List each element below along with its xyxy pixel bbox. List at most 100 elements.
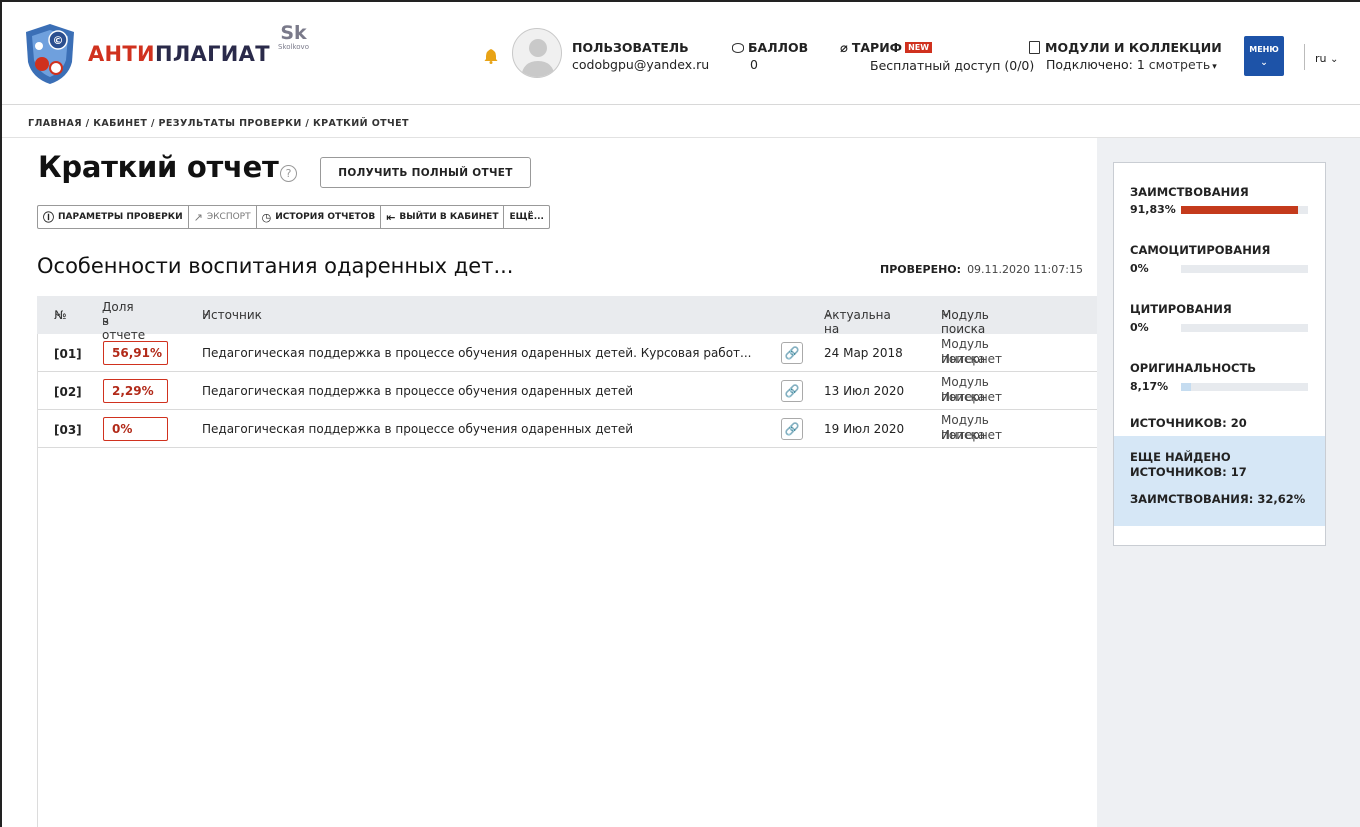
chevron-down-icon: ⌄ xyxy=(824,308,833,319)
row-date: 24 Мар 2018 xyxy=(824,346,903,360)
row-source[interactable]: Педагогическая поддержка в процессе обуч… xyxy=(202,422,633,436)
top-header: © АНТИПЛАГИАТ Sk Skolkovo ПОЛЬЗОВАТЕЛЬ c… xyxy=(2,2,1360,105)
report-toolbar: ⓘ ПАРАМЕТРЫ ПРОВЕРКИ ↗ ЭКСПОРТ ◷ ИСТОРИЯ ОТ… xyxy=(37,205,550,229)
breadcrumb[interactable]: ГЛАВНАЯ / КАБИНЕТ / РЕЗУЛЬТАТЫ ПРОВЕРКИ … xyxy=(28,118,409,129)
export-icon: ↗ xyxy=(193,210,203,224)
full-report-button[interactable]: ПОЛУЧИТЬ ПОЛНЫЙ ОТЧЕТ xyxy=(320,157,531,188)
help-icon[interactable]: ? xyxy=(280,165,297,182)
menu-button[interactable]: МЕНЮ ⌄ xyxy=(1244,36,1284,76)
balls-value: 0 xyxy=(750,57,758,72)
clock-icon: ◷ xyxy=(261,210,272,224)
row-share[interactable]: 2,29% xyxy=(103,379,168,403)
history-button[interactable]: ◷ ИСТОРИЯ ОТЧЕТОВ xyxy=(257,206,382,228)
link-icon[interactable]: 🔗 xyxy=(781,418,803,440)
stat-originality: ОРИГИНАЛЬНОСТЬ 8,17% xyxy=(1130,361,1308,393)
row-num: [01] xyxy=(54,347,82,361)
stat-sources: ИСТОЧНИКОВ: 20 xyxy=(1130,416,1247,430)
user-email: codobgpu@yandex.ru xyxy=(572,57,710,72)
chevron-down-icon: ⌄ xyxy=(102,315,111,326)
link-icon[interactable]: 🔗 xyxy=(781,342,803,364)
balls-block[interactable]: БАЛЛОВ 0 xyxy=(732,40,808,73)
bell-icon[interactable] xyxy=(484,48,498,64)
row-num: [02] xyxy=(54,385,82,399)
new-badge: NEW xyxy=(905,42,933,53)
stat-label: ЗАИМСТВОВАНИЯ xyxy=(1130,185,1249,199)
col-share-label-1: Доля xyxy=(102,300,134,314)
antiplagiat-logo-icon[interactable]: © xyxy=(22,22,78,86)
skolkovo-mark: Sk xyxy=(280,22,307,44)
table-left-border xyxy=(37,334,38,827)
row-source[interactable]: Педагогическая поддержка в процессе обуч… xyxy=(202,384,633,398)
stat-value: 91,83% xyxy=(1130,203,1176,216)
table-row[interactable]: [01] 56,91% Педагогическая поддержка в п… xyxy=(37,334,1097,372)
brand-part-dark: ПЛАГИАТ xyxy=(154,42,270,66)
checked-label: ПРОВЕРЕНО: xyxy=(880,263,962,276)
stat-selfcitations: САМОЦИТИРОВАНИЯ 0% xyxy=(1130,243,1308,275)
stat-label: ЦИТИРОВАНИЯ xyxy=(1130,302,1232,316)
exit-cabinet-label: ВЫЙТИ В КАБИНЕТ xyxy=(399,212,499,222)
row-module-line-2: Интернет xyxy=(941,390,1003,404)
link-icon[interactable]: 🔗 xyxy=(781,380,803,402)
more-button[interactable]: ЕЩЁ... xyxy=(504,206,548,228)
more-label: ЕЩЁ... xyxy=(509,212,544,222)
stat-citations: ЦИТИРОВАНИЯ 0% xyxy=(1130,302,1308,334)
sources-table: № ⌄ Доля в отчете ⌄ Источник ⌄ Актуальна … xyxy=(37,296,1097,448)
more-found-borrowings: ЗАИМСТВОВАНИЯ: 32,62% xyxy=(1130,492,1306,506)
row-share[interactable]: 56,91% xyxy=(103,341,168,365)
exit-cabinet-button[interactable]: ⇤ ВЫЙТИ В КАБИНЕТ xyxy=(381,206,505,228)
skolkovo-sub: Skolkovo xyxy=(278,43,309,51)
tarif-block[interactable]: ⌀ ТАРИФ NEW Бесплатный доступ (0/0) xyxy=(840,40,1034,74)
chevron-down-icon: ⌄ xyxy=(202,308,211,319)
exit-icon: ⇤ xyxy=(386,210,396,224)
row-date: 19 Июл 2020 xyxy=(824,422,905,436)
sources-count: ИСТОЧНИКОВ: 20 xyxy=(1130,416,1247,430)
export-button[interactable]: ↗ ЭКСПОРТ xyxy=(189,206,257,228)
modules-block[interactable]: МОДУЛИ И КОЛЛЕКЦИИ Подключено: 1 смотрет… xyxy=(1029,40,1222,76)
more-found-block[interactable]: ЕЩЕ НАЙДЕНО ИСТОЧНИКОВ: 17 ЗАИМСТВОВАНИЯ… xyxy=(1114,436,1325,526)
stat-bar xyxy=(1181,382,1308,391)
user-silhouette-icon xyxy=(521,39,555,77)
skolkovo-logo: Sk Skolkovo xyxy=(278,22,309,52)
tarif-title: ТАРИФ xyxy=(851,40,903,55)
checked-info: ПРОВЕРЕНО: 09.11.2020 11:07:15 xyxy=(880,263,1083,276)
user-block[interactable]: ПОЛЬЗОВАТЕЛЬ codobgpu@yandex.ru xyxy=(572,40,709,73)
tarif-value: Бесплатный доступ (0/0) xyxy=(870,58,1035,73)
chevron-down-icon: ⌄ xyxy=(941,308,950,319)
header-separator xyxy=(1304,44,1305,70)
stat-label: ОРИГИНАЛЬНОСТЬ xyxy=(1130,361,1257,375)
col-source-label: Источник xyxy=(202,308,262,322)
brand-part-red: АНТИ xyxy=(88,42,155,66)
check-params-button[interactable]: ⓘ ПАРАМЕТРЫ ПРОВЕРКИ xyxy=(38,206,189,228)
tag-icon: ⌀ xyxy=(840,41,848,56)
menu-label: МЕНЮ xyxy=(1249,45,1279,54)
history-label: ИСТОРИЯ ОТЧЕТОВ xyxy=(275,212,376,222)
table-row[interactable]: [03] 0% Педагогическая поддержка в проце… xyxy=(37,410,1097,448)
brand-name[interactable]: АНТИПЛАГИАТ xyxy=(88,42,270,66)
chevron-down-icon: ⌄ xyxy=(1260,58,1268,68)
row-source[interactable]: Педагогическая поддержка в процессе обуч… xyxy=(202,346,752,360)
row-share[interactable]: 0% xyxy=(103,417,168,441)
table-row[interactable]: [02] 2,29% Педагогическая поддержка в пр… xyxy=(37,372,1097,410)
more-found-label: ЕЩЕ НАЙДЕНО xyxy=(1130,450,1231,464)
page-title: Краткий отчет xyxy=(38,150,279,184)
row-num: [03] xyxy=(54,423,82,437)
info-icon: ⓘ xyxy=(43,211,54,224)
row-module-line-2: Интернет xyxy=(941,352,1003,366)
export-label: ЭКСПОРТ xyxy=(206,212,251,222)
language-select[interactable]: ru ⌄ xyxy=(1315,52,1338,65)
modules-title: МОДУЛИ И КОЛЛЕКЦИИ xyxy=(1045,40,1222,55)
table-header: № ⌄ Доля в отчете ⌄ Источник ⌄ Актуальна … xyxy=(37,296,1097,342)
chevron-down-icon: ⌄ xyxy=(1330,54,1339,65)
user-title: ПОЛЬЗОВАТЕЛЬ xyxy=(572,40,689,55)
chevron-down-icon: ⌄ xyxy=(54,308,63,319)
stat-value: 8,17% xyxy=(1130,380,1169,393)
stat-bar xyxy=(1181,205,1308,214)
modules-value: Подключено: 1 xyxy=(1046,57,1145,72)
stat-borrowings: ЗАИМСТВОВАНИЯ 91,83% xyxy=(1130,185,1308,216)
modules-link[interactable]: смотреть xyxy=(1149,57,1211,72)
stat-value: 0% xyxy=(1130,321,1149,334)
svg-text:©: © xyxy=(53,34,64,47)
coins-icon xyxy=(732,43,744,53)
document-title: Особенности воспитания одаренных дет... xyxy=(37,254,514,278)
avatar[interactable] xyxy=(512,28,562,78)
